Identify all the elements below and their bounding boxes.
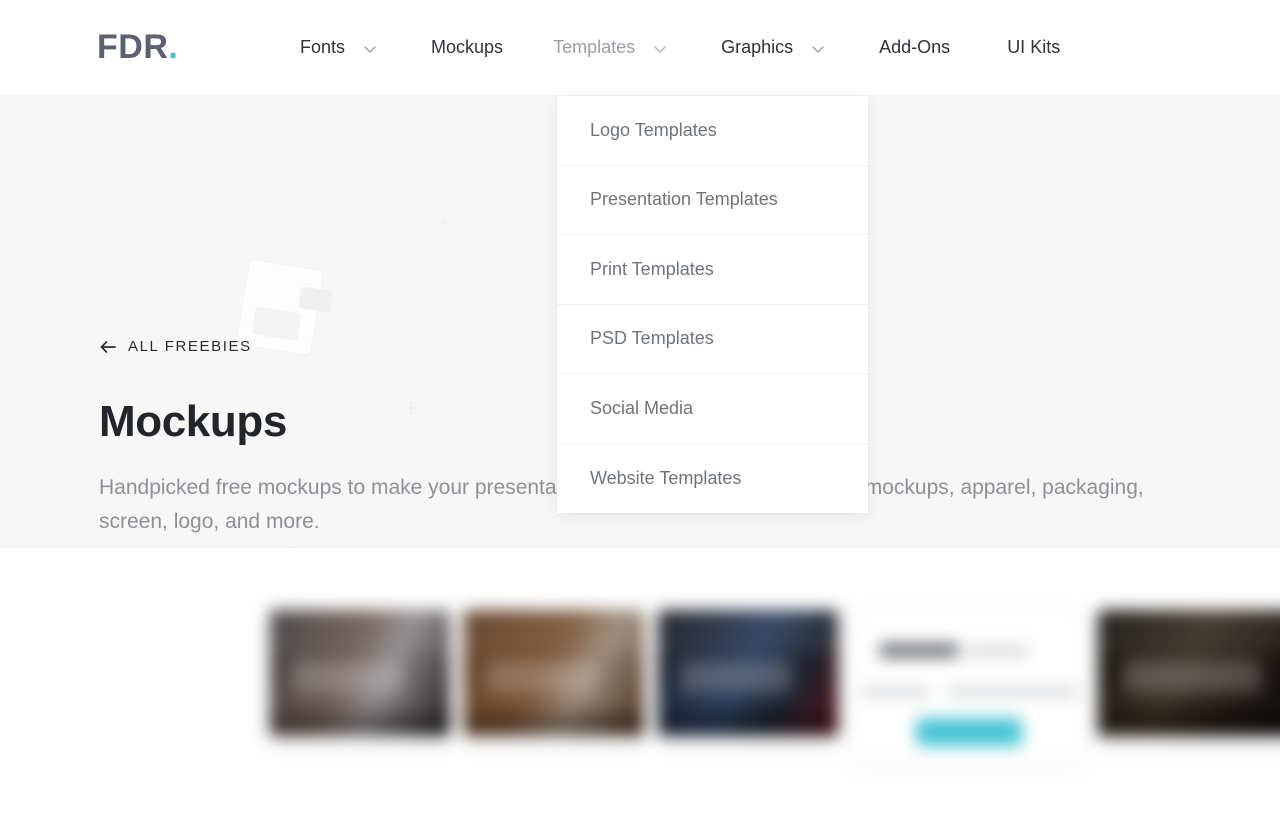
chevron-down-icon bbox=[649, 38, 671, 60]
dropdown-label: Website Templates bbox=[590, 467, 742, 488]
dropdown-label: Presentation Templates bbox=[590, 189, 778, 210]
promo-title-placeholder bbox=[880, 644, 958, 657]
dropdown-item-logo-templates[interactable]: Logo Templates bbox=[557, 96, 868, 166]
logo-text: FDR bbox=[97, 28, 169, 66]
dropdown-label: Logo Templates bbox=[590, 119, 717, 140]
dropdown-label: Print Templates bbox=[590, 258, 714, 279]
dropdown-label: PSD Templates bbox=[590, 328, 714, 349]
dropdown-item-psd-templates[interactable]: PSD Templates bbox=[557, 305, 868, 374]
promo-subtitle-placeholder bbox=[966, 646, 1028, 656]
nav-item-mockups[interactable]: Mockups bbox=[431, 0, 503, 95]
dropdown-item-print-templates[interactable]: Print Templates bbox=[557, 235, 868, 305]
mockup-card-1[interactable] bbox=[270, 610, 450, 736]
nav-label-ui-kits: UI Kits bbox=[1007, 37, 1061, 57]
dropdown-item-website-templates[interactable]: Website Templates bbox=[557, 444, 868, 514]
back-to-all-freebies-link[interactable]: ALL FREEBIES bbox=[100, 338, 252, 355]
nav-item-templates[interactable]: Templates bbox=[553, 0, 671, 95]
mockups-gallery bbox=[0, 548, 1280, 824]
promo-card[interactable] bbox=[852, 610, 1084, 760]
nav-item-add-ons[interactable]: Add-Ons bbox=[879, 0, 950, 95]
nav-label-graphics: Graphics bbox=[721, 37, 794, 57]
nav-item-ui-kits[interactable]: UI Kits bbox=[1007, 0, 1060, 95]
decorative-plus-icon: + bbox=[403, 395, 418, 422]
back-link-label: ALL FREEBIES bbox=[128, 338, 252, 355]
dropdown-label: Social Media bbox=[590, 397, 694, 418]
decorative-plus-small-icon: + bbox=[439, 212, 451, 232]
page-root: FDR. Fonts Mockups Templates Graphics Ad… bbox=[0, 0, 1280, 824]
logo-dot: . bbox=[168, 28, 179, 66]
site-logo[interactable]: FDR. bbox=[97, 27, 178, 67]
nav-label-templates: Templates bbox=[553, 37, 636, 57]
site-header: FDR. Fonts Mockups Templates Graphics Ad… bbox=[0, 0, 1280, 95]
nav-item-fonts[interactable]: Fonts bbox=[300, 0, 381, 95]
nav-label-add-ons: Add-Ons bbox=[879, 37, 951, 57]
nav-label-fonts: Fonts bbox=[300, 37, 346, 57]
mockup-card-2[interactable] bbox=[464, 610, 644, 736]
mockup-card-3[interactable] bbox=[658, 610, 838, 736]
dropdown-item-presentation-templates[interactable]: Presentation Templates bbox=[557, 166, 868, 235]
promo-text-line-2 bbox=[948, 688, 1078, 696]
promo-cta-button[interactable] bbox=[916, 718, 1022, 746]
chevron-down-icon bbox=[807, 38, 829, 60]
arrow-left-icon bbox=[100, 340, 117, 354]
gallery-card-strip bbox=[270, 610, 1280, 760]
page-title: Mockups bbox=[99, 397, 287, 446]
nav-item-graphics[interactable]: Graphics bbox=[721, 0, 829, 95]
dropdown-item-social-media[interactable]: Social Media bbox=[557, 374, 868, 444]
nav-label-mockups: Mockups bbox=[431, 37, 504, 57]
main-navigation: Fonts Mockups Templates Graphics Add-Ons bbox=[300, 0, 1060, 95]
chevron-down-icon bbox=[359, 38, 381, 60]
templates-dropdown-menu: Logo Templates Presentation Templates Pr… bbox=[557, 96, 868, 513]
promo-text-line-1 bbox=[862, 688, 930, 696]
mockup-card-4[interactable] bbox=[1098, 610, 1280, 736]
